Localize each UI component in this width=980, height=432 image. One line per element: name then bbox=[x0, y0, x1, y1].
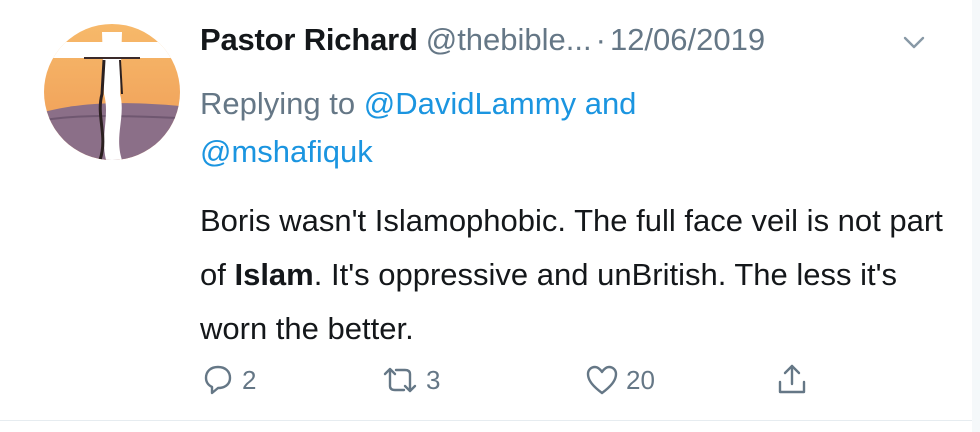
tweet-card[interactable]: Pastor Richard @thebible... · 12/06/2019 Re… bbox=[0, 0, 980, 432]
replying-to: Replying to @DavidLammy and @mshafiquk bbox=[200, 80, 900, 176]
tweet-actions: 2 3 20 bbox=[200, 350, 900, 410]
reply-button[interactable]: 2 bbox=[200, 350, 256, 410]
separator-dot: · bbox=[595, 22, 606, 57]
mention-link[interactable]: @mshafiquk bbox=[200, 134, 373, 169]
share-button[interactable] bbox=[774, 350, 810, 410]
replying-to-label: Replying to bbox=[200, 86, 356, 121]
tweet-text-bold: Islam bbox=[234, 257, 314, 292]
retweet-button[interactable]: 3 bbox=[380, 350, 440, 410]
user-handle[interactable]: @thebible... bbox=[426, 22, 592, 57]
chevron-down-icon[interactable] bbox=[902, 34, 926, 52]
reply-and[interactable]: and bbox=[585, 86, 637, 121]
like-button[interactable]: 20 bbox=[584, 350, 655, 410]
like-count: 20 bbox=[626, 364, 655, 395]
reply-bubble-icon bbox=[204, 365, 232, 395]
avatar[interactable] bbox=[44, 24, 180, 160]
mention-link[interactable]: @DavidLammy bbox=[364, 86, 576, 121]
tweet-header: Pastor Richard @thebible... · 12/06/2019 bbox=[200, 22, 765, 74]
retweet-icon bbox=[383, 367, 417, 393]
tweet-text: Boris wasn't Islamophobic. The full face… bbox=[200, 194, 960, 356]
display-name[interactable]: Pastor Richard bbox=[200, 22, 418, 57]
retweet-count: 3 bbox=[426, 364, 441, 395]
scroll-edge bbox=[972, 0, 980, 432]
cross-sunset-avatar-icon bbox=[44, 24, 180, 160]
heart-icon bbox=[586, 365, 618, 395]
tweet-date[interactable]: 12/06/2019 bbox=[610, 22, 765, 57]
reply-count: 2 bbox=[242, 364, 257, 395]
share-icon bbox=[778, 364, 806, 394]
divider bbox=[0, 420, 980, 421]
